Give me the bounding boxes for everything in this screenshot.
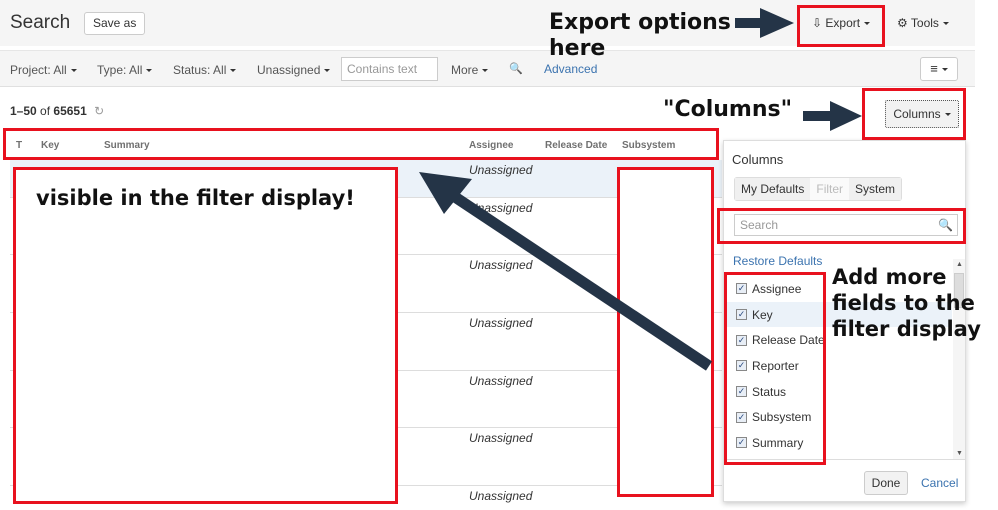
cancel-link[interactable]: Cancel <box>921 476 958 490</box>
annotation-box-column-list <box>724 272 826 465</box>
caret-down-icon <box>230 69 237 73</box>
type-filter[interactable]: Type: All <box>97 63 153 77</box>
assignee-cell: Unassigned <box>469 489 533 503</box>
assignee-cell: Unassigned <box>469 374 533 388</box>
annotation-box-subsystem-column <box>617 167 714 497</box>
assignee-cell: Unassigned <box>469 258 533 272</box>
annotation-export-text: Export options here <box>549 10 731 61</box>
annotation-columns-text: "Columns" <box>663 97 793 122</box>
done-button[interactable]: Done <box>864 471 908 495</box>
annotation-box-visible <box>13 167 398 504</box>
hamburger-icon: ≡ <box>930 61 938 76</box>
project-filter-label: Project: All <box>10 63 67 77</box>
result-range: 1–50 <box>10 104 37 118</box>
annotation-add-more-text: Add more fields to the filter display <box>832 265 981 341</box>
caret-down-icon <box>324 69 331 73</box>
page-title: Search <box>10 12 71 33</box>
columns-panel-title: Columns <box>732 152 784 167</box>
annotation-visible-text: visible in the filter display! <box>36 186 355 210</box>
tools-label: Tools <box>910 16 939 30</box>
result-of: of <box>40 104 51 118</box>
assignee-cell: Unassigned <box>469 431 533 445</box>
annotation-box-export <box>797 5 885 47</box>
result-total: 65651 <box>53 104 87 118</box>
filter-bar: Project: All Type: All Status: All Unass… <box>0 50 975 87</box>
tab-system[interactable]: System <box>849 178 902 200</box>
restore-defaults-link[interactable]: Restore Defaults <box>733 254 822 268</box>
assignee-cell: Unassigned <box>469 163 533 177</box>
search-icon[interactable]: 🔍 <box>509 62 523 75</box>
layout-menu-button[interactable]: ≡ <box>920 57 958 81</box>
more-filter-label: More <box>451 63 479 77</box>
caret-down-icon <box>70 69 77 73</box>
contains-text-input[interactable] <box>341 57 438 81</box>
caret-down-icon <box>146 69 153 73</box>
save-as-button[interactable]: Save as <box>84 12 146 35</box>
annotation-box-table-header <box>3 128 719 160</box>
tab-filter: Filter <box>810 178 850 200</box>
result-count: 1–50 of 65651 ↻ <box>10 104 104 118</box>
caret-down-icon <box>941 68 948 72</box>
more-filter[interactable]: More <box>451 63 489 77</box>
scroll-down-icon[interactable]: ▼ <box>956 450 963 457</box>
annotation-box-columns <box>862 88 966 140</box>
assignee-filter-label: Unassigned <box>257 63 321 77</box>
caret-down-icon <box>942 22 949 26</box>
tab-my-defaults[interactable]: My Defaults <box>735 178 811 200</box>
assignee-cell: Unassigned <box>469 201 533 215</box>
caret-down-icon <box>482 69 489 73</box>
annotation-box-search <box>717 208 966 244</box>
refresh-icon[interactable]: ↻ <box>94 104 104 118</box>
assignee-cell: Unassigned <box>469 316 533 330</box>
status-filter[interactable]: Status: All <box>173 63 237 77</box>
columns-panel-footer: Done Cancel <box>724 459 965 501</box>
columns-tab-group: My Defaults Filter System <box>734 177 903 201</box>
project-filter[interactable]: Project: All <box>10 63 77 77</box>
status-filter-label: Status: All <box>173 63 227 77</box>
assignee-filter[interactable]: Unassigned <box>257 63 331 77</box>
type-filter-label: Type: All <box>97 63 143 77</box>
tools-button[interactable]: ⚙ Tools <box>897 16 949 30</box>
gear-icon: ⚙ <box>897 16 908 30</box>
advanced-link[interactable]: Advanced <box>544 62 597 76</box>
arrow-columns <box>803 101 862 131</box>
